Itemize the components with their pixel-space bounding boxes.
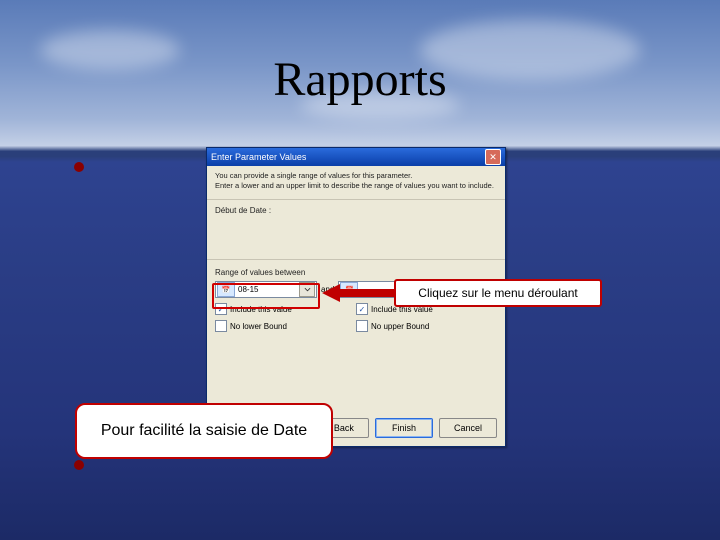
finish-button[interactable]: Finish — [375, 418, 433, 438]
slide-title: Rapports — [0, 52, 720, 107]
include-lower-checkbox[interactable]: ✓ — [215, 303, 227, 315]
checkbox-label: No lower Bound — [230, 322, 287, 331]
dialog-instructions: You can provide a single range of values… — [207, 166, 505, 200]
list-bullet — [74, 460, 84, 470]
arrow-left-icon — [322, 282, 400, 304]
instructions-line: You can provide a single range of values… — [215, 171, 497, 181]
start-date-value: 08-15 — [236, 285, 299, 294]
cancel-button[interactable]: Cancel — [439, 418, 497, 438]
start-date-field[interactable]: 📅 08-15 — [215, 281, 317, 298]
dialog-titlebar[interactable]: Enter Parameter Values ✕ — [207, 148, 505, 166]
dialog-title-text: Enter Parameter Values — [211, 152, 306, 162]
dropdown-button[interactable] — [299, 282, 315, 297]
dropdown-hint-callout: Cliquez sur le menu déroulant — [394, 279, 602, 307]
param-name-label: Début de Date : — [207, 200, 505, 217]
no-upper-checkbox[interactable] — [356, 320, 368, 332]
list-bullet — [74, 162, 84, 172]
bottom-note-callout: Pour facilité la saisie de Date — [75, 403, 333, 459]
no-lower-checkbox[interactable] — [215, 320, 227, 332]
close-icon[interactable]: ✕ — [485, 149, 501, 165]
include-upper-checkbox[interactable]: ✓ — [356, 303, 368, 315]
range-label: Range of values between — [215, 262, 497, 279]
checkbox-label: Include this value — [230, 305, 292, 314]
checkbox-label: No upper Bound — [371, 322, 429, 331]
chevron-down-icon — [304, 287, 311, 292]
calendar-icon[interactable]: 📅 — [217, 282, 235, 297]
instructions-line: Enter a lower and an upper limit to desc… — [215, 181, 497, 191]
